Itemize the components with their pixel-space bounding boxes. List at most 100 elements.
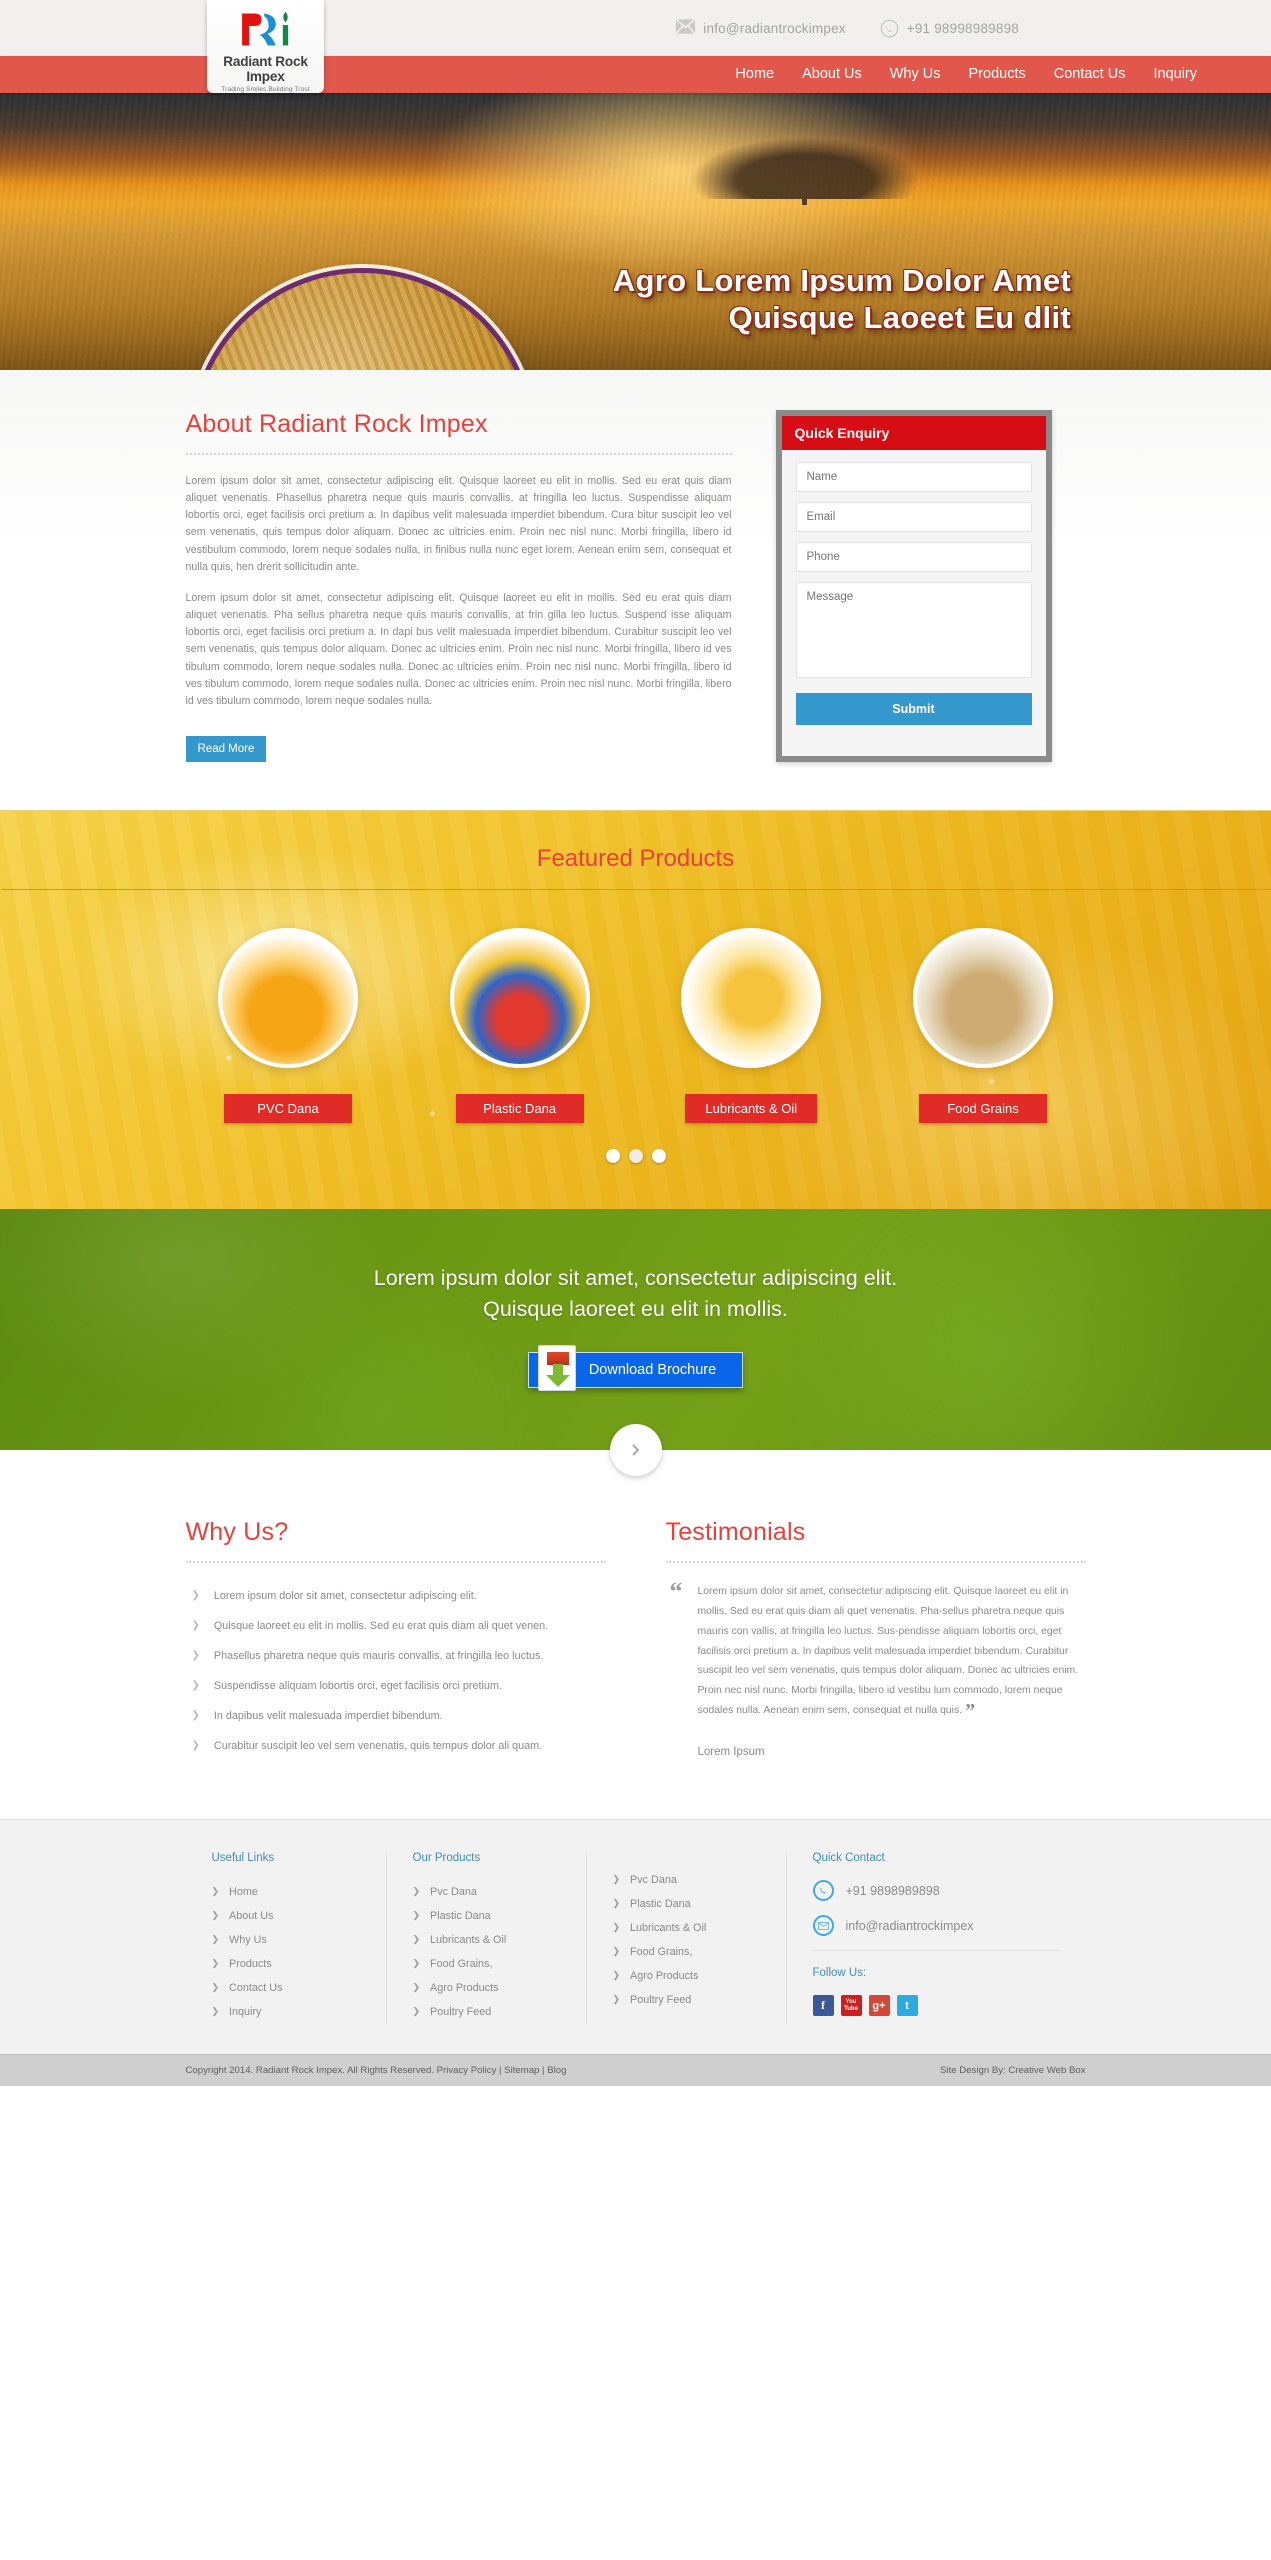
carousel-dot-3[interactable] — [651, 1149, 666, 1164]
list-item[interactable]: ❯ Home — [212, 1880, 360, 1904]
googleplus-icon[interactable]: g+ — [868, 1995, 890, 2017]
topbar-phone[interactable]: +91 98998989898 — [880, 19, 1019, 38]
footer-link-label: Lubricants & Oil — [630, 1922, 707, 1935]
product-label[interactable]: Plastic Dana — [455, 1094, 584, 1124]
site-logo[interactable]: Radiant Rock Impex Trading Smiles Buildi… — [207, 0, 324, 93]
product-card-lubricants-oil[interactable]: Lubricants & Oil — [649, 928, 854, 1124]
chevron-right-icon: ❯ — [412, 1958, 421, 1969]
chevron-right-icon: ❯ — [211, 1910, 220, 1921]
follow-us-heading: Follow Us: — [812, 1967, 867, 1980]
carousel-dot-2[interactable] — [628, 1149, 643, 1164]
list-item[interactable]: ❯ Pvc Dana — [413, 1880, 560, 1904]
quote-close-icon: ” — [965, 1700, 976, 1723]
chevron-right-icon: ❯ — [412, 2006, 421, 2017]
list-item[interactable]: ❯ Food Grains, — [413, 1952, 560, 1976]
nav-item-about-us[interactable]: About Us — [788, 56, 876, 93]
footer-heading: Useful Links — [211, 1852, 275, 1865]
mail-icon — [812, 1915, 834, 1937]
chevron-right-icon: ❯ — [612, 1898, 621, 1909]
footer-phone-row[interactable]: +91 9898989898 — [812, 1880, 1060, 1902]
chevron-right-icon: ❯ — [211, 1934, 220, 1945]
about-divider — [185, 453, 732, 455]
scroll-down-button[interactable] — [609, 1424, 662, 1477]
list-item[interactable]: ❯ Agro Products — [413, 1976, 560, 2000]
copyright-bar: Copyright 2014. Radiant Rock Impex. All … — [0, 2054, 1271, 2087]
product-label[interactable]: Food Grains — [918, 1094, 1047, 1124]
chevron-right-icon: ❯ — [412, 1886, 421, 1897]
carousel-dot-1[interactable] — [605, 1149, 620, 1164]
chevron-right-icon: ❯ — [211, 1886, 220, 1897]
list-item[interactable]: ❯ Inquiry — [212, 2000, 360, 2024]
why-us-item-text: In dapibus velit malesuada imperdiet bib… — [213, 1710, 443, 1723]
why-us-item-text: Quisque laoreet eu elit in mollis. Sed e… — [213, 1620, 549, 1633]
chevron-right-icon: ❯ — [211, 1982, 220, 1993]
footer-link-label: Lubricants & Oil — [430, 1934, 507, 1947]
logo-mark-icon — [207, 7, 324, 51]
cta-line-1: Lorem ipsum dolor sit amet, consectetur … — [373, 1266, 898, 1291]
list-item[interactable]: ❯ About Us — [212, 1904, 360, 1928]
list-item[interactable]: ❯ Poultry Feed — [613, 1988, 760, 2012]
footer-link-label: Plastic Dana — [630, 1898, 691, 1911]
testimonials-divider — [665, 1561, 1086, 1564]
product-card-food-grains[interactable]: Food Grains — [880, 928, 1085, 1124]
about-paragraph-2: Lorem ipsum dolor sit amet, consectetur … — [185, 591, 732, 707]
social-links: f You Tube g+ t — [812, 1995, 1060, 2017]
enquiry-email-input[interactable] — [795, 502, 1032, 532]
cta-line-2: Quisque laoreet eu elit in mollis. — [483, 1296, 788, 1321]
download-brochure-button[interactable]: Download Brochure — [527, 1345, 744, 1392]
enquiry-phone-input[interactable] — [795, 542, 1032, 572]
chevron-right-icon: ❯ — [191, 1650, 200, 1662]
topbar-phone-text: +91 98998989898 — [906, 20, 1019, 36]
footer-link-label: Poultry Feed — [430, 2006, 492, 2019]
about-text-column: About Radiant Rock Impex Lorem ipsum dol… — [185, 410, 732, 763]
list-item[interactable]: ❯ Plastic Dana — [413, 1904, 560, 1928]
product-label[interactable]: PVC Dana — [224, 1094, 352, 1124]
nav-item-contact-us[interactable]: Contact Us — [1040, 56, 1140, 93]
list-item[interactable]: ❯ Poultry Feed — [413, 2000, 560, 2024]
hero-image-wheat-grains[interactable] — [190, 268, 535, 370]
footer-link-label: About Us — [229, 1910, 274, 1923]
pvc-granules-icon — [218, 928, 358, 1069]
footer-email-row[interactable]: info@radiantrockimpex — [812, 1915, 1060, 1937]
nav-item-home[interactable]: Home — [721, 56, 788, 93]
nav-item-inquiry[interactable]: Inquiry — [1139, 56, 1211, 93]
product-card-pvc-dana[interactable]: PVC Dana — [186, 928, 391, 1124]
enquiry-name-input[interactable] — [795, 462, 1032, 492]
chevron-right-icon: ❯ — [191, 1590, 200, 1602]
site-credit-text: Site Design By: Creative Web Box — [940, 2065, 1086, 2077]
enquiry-submit-button[interactable]: Submit — [795, 693, 1032, 725]
testimonials-column: Testimonials “ Lorem ipsum dolor sit ame… — [665, 1518, 1086, 1761]
facebook-icon[interactable]: f — [812, 1995, 834, 2017]
footer-contact-divider — [812, 1950, 1060, 1952]
list-item[interactable]: ❯ Products — [212, 1952, 360, 1976]
phone-icon — [812, 1880, 834, 1902]
list-item[interactable]: ❯ Contact Us — [212, 1976, 360, 2000]
list-item: ❯ Curabitur suscipit leo vel sem venenati… — [186, 1731, 606, 1761]
nav-item-products[interactable]: Products — [955, 56, 1040, 93]
youtube-icon[interactable]: You Tube — [840, 1995, 862, 2017]
chevron-right-icon: ❯ — [191, 1740, 200, 1752]
twitter-icon[interactable]: t — [896, 1995, 918, 2017]
oil-pour-icon — [681, 928, 822, 1069]
nav-item-why-us[interactable]: Why Us — [876, 56, 955, 93]
footer-email-text: info@radiantrockimpex — [845, 1918, 974, 1933]
read-more-button[interactable]: Read More — [185, 736, 267, 763]
list-item[interactable]: ❯ Lubricants & Oil — [413, 1928, 560, 1952]
phone-icon — [880, 19, 899, 38]
footer-link-label: Food Grains, — [430, 1958, 493, 1971]
list-item[interactable]: ❯ Lubricants & Oil — [613, 1916, 760, 1940]
list-item[interactable]: ❯ Pvc Dana — [613, 1868, 760, 1892]
footer-useful-links: Useful Links ❯ Home ❯ About Us ❯ Why Us ❯ Pr… — [186, 1852, 386, 2024]
enquiry-message-textarea[interactable] — [795, 582, 1032, 678]
list-item[interactable]: ❯ Why Us — [212, 1928, 360, 1952]
chevron-right-icon: ❯ — [211, 1958, 220, 1969]
list-item[interactable]: ❯ Food Grains, — [613, 1940, 760, 1964]
footer-link-label: Contact Us — [229, 1982, 283, 1995]
list-item[interactable]: ❯ Agro Products — [613, 1964, 760, 1988]
topbar-email[interactable]: info@radiantrockimpex — [675, 18, 846, 38]
product-label[interactable]: Lubricants & Oil — [685, 1094, 818, 1124]
list-item[interactable]: ❯ Plastic Dana — [613, 1892, 760, 1916]
logo-tagline: Trading Smiles Building Trust — [221, 86, 310, 93]
product-card-plastic-dana[interactable]: Plastic Dana — [417, 928, 622, 1124]
chevron-right-icon: ❯ — [612, 1922, 621, 1933]
